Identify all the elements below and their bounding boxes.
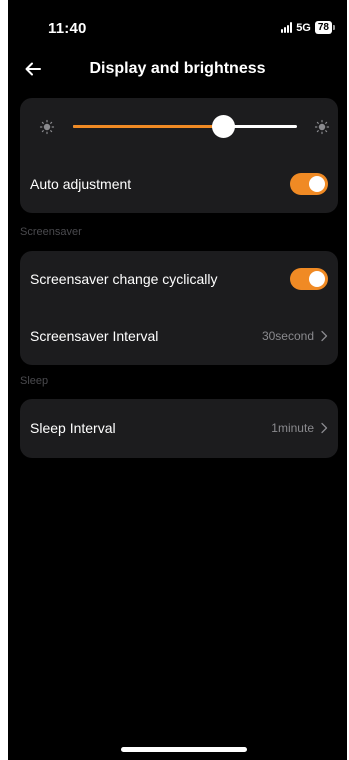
toggle-knob: [309, 176, 325, 192]
battery-level: 78: [314, 21, 332, 34]
header: Display and brightness: [8, 50, 347, 88]
auto-adjustment-label: Auto adjustment: [30, 176, 132, 192]
network-type: 5G: [296, 21, 311, 34]
screensaver-card: Screensaver change cyclically Screensave…: [20, 251, 338, 365]
screensaver-interval-label: Screensaver Interval: [30, 328, 159, 344]
screensaver-cyclic-label: Screensaver change cyclically: [30, 271, 218, 287]
screensaver-interval-value: 30second: [261, 329, 314, 343]
page-title: Display and brightness: [89, 60, 266, 77]
sun-icon: [39, 119, 55, 135]
screensaver-interval-row[interactable]: Screensaver Interval 30second: [20, 308, 338, 364]
brightness-slider[interactable]: [73, 115, 297, 138]
screensaver-cyclic-row: Screensaver change cyclically: [20, 251, 338, 307]
brightness-slider-thumb[interactable]: [212, 115, 235, 138]
sleep-interval-row[interactable]: Sleep Interval 1minute: [20, 400, 338, 456]
screensaver-section-label: Screensaver: [20, 226, 82, 238]
sleep-section-label: Sleep: [20, 375, 49, 387]
status-indicators: 5G 78: [281, 21, 335, 34]
screensaver-cyclic-toggle[interactable]: [290, 268, 328, 290]
chevron-right-icon: [321, 330, 328, 342]
brightness-slider-row: [20, 98, 338, 156]
signal-icon: [281, 22, 293, 33]
sleep-card: Sleep Interval 1minute: [20, 399, 338, 458]
brightness-slider-fill: [73, 125, 223, 128]
battery-icon: 78: [314, 21, 335, 34]
status-time: 11:40: [48, 20, 87, 37]
home-indicator[interactable]: [121, 747, 247, 752]
brightness-card: Auto adjustment: [20, 98, 338, 213]
sleep-interval-label: Sleep Interval: [30, 420, 116, 436]
auto-adjustment-row: Auto adjustment: [20, 156, 338, 212]
status-bar: 11:40 5G 78: [8, 0, 347, 54]
sun-icon: [314, 119, 330, 135]
phone-screen: 11:40 5G 78 Display and brightness Auto …: [8, 0, 347, 760]
toggle-knob: [309, 271, 325, 287]
sleep-interval-value: 1minute: [271, 421, 314, 435]
chevron-right-icon: [321, 422, 328, 434]
auto-adjustment-toggle[interactable]: [290, 173, 328, 195]
